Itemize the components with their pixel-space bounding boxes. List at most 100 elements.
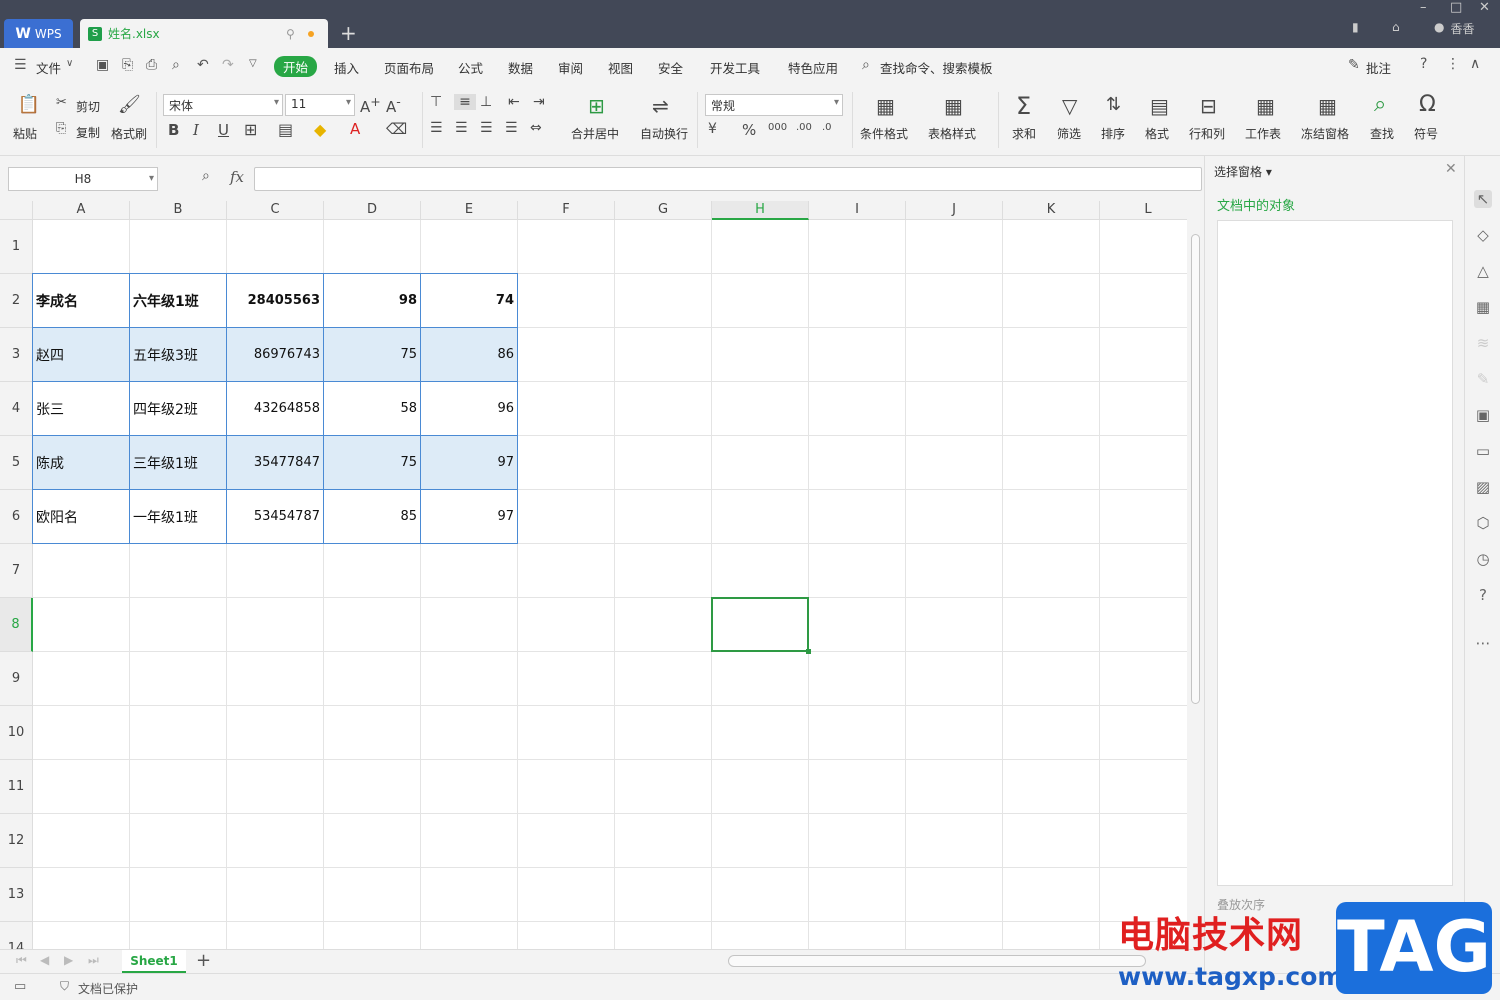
row-header-8[interactable]: 8: [0, 598, 33, 652]
row-header-14[interactable]: 14: [0, 922, 33, 949]
next-sheet-icon[interactable]: ▶: [64, 953, 73, 967]
row-header-11[interactable]: 11: [0, 760, 33, 814]
menu-review[interactable]: 审阅: [558, 58, 583, 77]
search-icon[interactable]: ⌕: [862, 57, 870, 73]
align-left-icon[interactable]: ☰: [430, 120, 443, 136]
quick-access-more-icon[interactable]: ▽: [249, 58, 257, 69]
cell-d4[interactable]: 58: [324, 382, 420, 435]
row-header-1[interactable]: 1: [0, 220, 33, 274]
print-preview-icon[interactable]: ⌕: [172, 57, 180, 73]
table-style-icon[interactable]: ▦: [944, 94, 963, 118]
filter-icon[interactable]: ▽: [1062, 94, 1077, 118]
menu-home[interactable]: 开始: [274, 56, 318, 77]
picture-gallery-icon[interactable]: ▣: [1474, 406, 1492, 424]
increase-decimal-icon[interactable]: .00: [796, 122, 812, 133]
format-painter-icon[interactable]: 🖌: [118, 94, 141, 115]
column-header-f[interactable]: F: [518, 201, 615, 220]
row-header-9[interactable]: 9: [0, 652, 33, 706]
horizontal-scrollbar[interactable]: [728, 955, 1146, 967]
row-column-button[interactable]: 行和列: [1189, 125, 1225, 142]
collapse-ribbon-icon[interactable]: ∧: [1470, 56, 1480, 72]
fill-pattern-icon[interactable]: ▤: [278, 120, 293, 139]
row-header-10[interactable]: 10: [0, 706, 33, 760]
cell-a6[interactable]: 欧阳名: [33, 490, 129, 543]
cell-c2[interactable]: 28405563: [227, 274, 323, 327]
style-icon[interactable]: △: [1474, 262, 1492, 280]
paste-button[interactable]: 粘贴: [13, 125, 37, 142]
chevron-down-icon[interactable]: ∨: [66, 58, 73, 69]
number-format-select[interactable]: 常规: [705, 94, 843, 116]
justify-icon[interactable]: ☰: [505, 120, 518, 136]
worksheet-button[interactable]: 工作表: [1245, 125, 1281, 142]
scrollbar-thumb[interactable]: [1191, 234, 1200, 704]
font-size-select[interactable]: 11: [285, 94, 355, 116]
font-grow-icon[interactable]: A+: [360, 94, 381, 116]
align-top-icon[interactable]: ⊤: [430, 94, 442, 110]
new-tab-button[interactable]: +: [340, 22, 357, 44]
redo-icon[interactable]: ↷: [222, 57, 234, 73]
protect-status[interactable]: 文档已保护: [78, 980, 138, 997]
copy-icon[interactable]: ⎘: [56, 121, 66, 136]
underline-icon[interactable]: U: [218, 121, 229, 139]
cell-b2[interactable]: 六年级1班: [130, 274, 226, 327]
adjust-icon[interactable]: ≋: [1474, 334, 1492, 352]
row-column-icon[interactable]: ⊟: [1200, 94, 1217, 118]
copy-button[interactable]: 复制: [76, 124, 100, 141]
filter-button[interactable]: 筛选: [1057, 125, 1081, 142]
cell-a5[interactable]: 陈成: [33, 436, 129, 489]
merge-center-button[interactable]: 合并居中: [571, 125, 619, 142]
help-circle-icon[interactable]: ?: [1474, 586, 1492, 604]
align-middle-icon[interactable]: ≡: [454, 94, 476, 110]
format-button[interactable]: 格式: [1145, 125, 1169, 142]
freeze-panes-button[interactable]: 冻结窗格: [1301, 125, 1349, 142]
history-icon[interactable]: ◷: [1474, 550, 1492, 568]
format-painter-button[interactable]: 格式刷: [111, 125, 147, 142]
first-sheet-icon[interactable]: ⏮: [16, 953, 27, 968]
row-header-3[interactable]: 3: [0, 328, 33, 382]
help-icon[interactable]: ?: [1420, 56, 1427, 72]
pen-icon[interactable]: ✎: [1474, 370, 1492, 388]
column-header-h[interactable]: H: [712, 201, 809, 220]
last-sheet-icon[interactable]: ⏭: [88, 953, 99, 968]
skin-icon[interactable]: ⌂: [1392, 20, 1400, 34]
undo-icon[interactable]: ↶: [197, 57, 209, 73]
row-header-4[interactable]: 4: [0, 382, 33, 436]
column-header-c[interactable]: C: [227, 201, 324, 220]
cell-a3[interactable]: 赵四: [33, 328, 129, 381]
find-button[interactable]: 查找: [1370, 125, 1394, 142]
font-color-icon[interactable]: A: [350, 120, 360, 138]
menu-features[interactable]: 特色应用: [788, 58, 838, 77]
minimize-button[interactable]: –: [1420, 0, 1427, 15]
conditional-format-button[interactable]: 条件格式: [860, 125, 908, 142]
column-header-g[interactable]: G: [615, 201, 712, 220]
cell-d3[interactable]: 75: [324, 328, 420, 381]
sheet-tab-sheet1[interactable]: Sheet1: [122, 950, 186, 973]
close-icon[interactable]: ✕: [1445, 161, 1457, 177]
export-icon[interactable]: ⎘: [122, 57, 133, 73]
menu-insert[interactable]: 插入: [334, 58, 359, 77]
menu-page-layout[interactable]: 页面布局: [384, 58, 434, 77]
decrease-decimal-icon[interactable]: .0: [822, 122, 832, 133]
align-bottom-icon[interactable]: ⊥: [480, 94, 492, 110]
add-sheet-button[interactable]: +: [196, 950, 211, 971]
image-icon[interactable]: ▨: [1474, 478, 1492, 496]
row-header-2[interactable]: 2: [0, 274, 33, 328]
selection-pane-title[interactable]: 选择窗格 ▾: [1214, 163, 1272, 180]
cell-d6[interactable]: 85: [324, 490, 420, 543]
column-header-e[interactable]: E: [421, 201, 518, 220]
cell-a2[interactable]: 李成名: [33, 274, 129, 327]
row-header-5[interactable]: 5: [0, 436, 33, 490]
italic-icon[interactable]: I: [193, 121, 199, 139]
row-header-12[interactable]: 12: [0, 814, 33, 868]
cell-e5[interactable]: 97: [421, 436, 517, 489]
currency-icon[interactable]: ¥: [708, 121, 717, 137]
worksheet-icon[interactable]: ▦: [1256, 94, 1275, 118]
sort-icon[interactable]: ⇅: [1106, 94, 1121, 115]
comment-icon[interactable]: ✎: [1348, 57, 1360, 73]
select-all-corner[interactable]: [0, 201, 33, 220]
archive-icon[interactable]: ▭: [1474, 442, 1492, 460]
row-header-7[interactable]: 7: [0, 544, 33, 598]
pin-icon[interactable]: ⚲: [286, 27, 295, 41]
cell-c4[interactable]: 43264858: [227, 382, 323, 435]
clear-format-icon[interactable]: ⌫: [386, 120, 407, 138]
